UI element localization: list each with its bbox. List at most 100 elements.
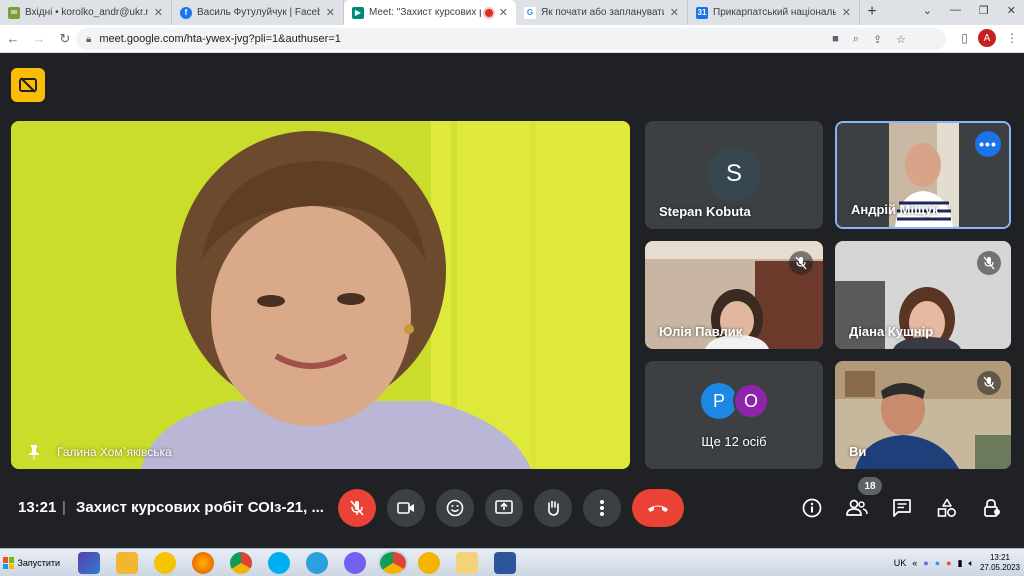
calendar-icon: 31 (696, 6, 708, 19)
tab-search-icon[interactable]: ⌄ (923, 4, 932, 17)
facebook-icon: f (180, 6, 192, 19)
participant-tile-stepan[interactable]: S Stepan Kobuta (645, 121, 823, 229)
browser-tab-gmail[interactable]: ✉ Вхідні • korolko_andr@ukr.net ✕ (0, 0, 172, 25)
restore-icon[interactable]: ❐ (979, 4, 989, 17)
tab-title: Василь Футулуйчук | Facebook (197, 7, 320, 18)
browser-tab-google-help[interactable]: G Як почати або запланувати в ✕ (516, 0, 688, 25)
pin-icon[interactable] (25, 443, 43, 461)
volume-icon[interactable]: 🔈︎ (969, 558, 974, 569)
media-player-icon[interactable] (116, 552, 138, 574)
system-clock[interactable]: 13:21 27.05.2023 (980, 553, 1020, 573)
profile-avatar[interactable]: A (978, 29, 996, 47)
info-icon (802, 498, 822, 518)
share-icon[interactable]: ⇪ (873, 33, 882, 46)
participant-name: Stepan Kobuta (659, 204, 751, 219)
meeting-details-button[interactable] (799, 495, 825, 521)
language-indicator[interactable]: UK (894, 558, 907, 568)
reload-icon[interactable]: ↻ (52, 31, 78, 47)
bookmark-star-icon[interactable]: ☆ (896, 33, 906, 46)
telegram-icon[interactable] (306, 552, 328, 574)
close-tab-icon[interactable]: ✕ (499, 6, 508, 19)
participant-name: Андрій Міщук (851, 202, 939, 217)
word-icon[interactable] (494, 552, 516, 574)
chat-button[interactable] (889, 495, 915, 521)
mic-off-icon (350, 500, 364, 516)
lock-icon[interactable]: 🔒︎ (86, 34, 91, 45)
mic-off-icon (983, 376, 995, 390)
raise-hand-button[interactable] (534, 489, 572, 527)
mic-off-icon (983, 256, 995, 270)
chrome-active-icon[interactable] (380, 552, 406, 574)
viber-icon[interactable] (344, 552, 366, 574)
browser-tab-university[interactable]: 31 Прикарпатський національн ✕ (688, 0, 860, 25)
menu-kebab-icon[interactable]: ⋮ (1006, 31, 1018, 45)
skype-icon[interactable] (268, 552, 290, 574)
close-window-icon[interactable]: ✕ (1007, 4, 1016, 17)
toggle-microphone-button[interactable] (338, 489, 376, 527)
captions-off-button[interactable] (11, 68, 45, 102)
system-tray: UK « ● ● ● ▮ 🔈︎ 13:21 27.05.2023 (894, 551, 1020, 575)
toggle-camera-button[interactable] (387, 489, 425, 527)
browser-toolbar: ← → ↻ 🔒︎ meet.google.com/hta-ywex-jvg?pl… (0, 25, 1024, 53)
folder-icon[interactable] (456, 552, 478, 574)
speaker-video (11, 121, 630, 469)
browser-tab-facebook[interactable]: f Василь Футулуйчук | Facebook ✕ (172, 0, 344, 25)
browser-tab-meet[interactable]: ▶ Meet: "Захист курсових р ✕ (344, 0, 516, 25)
clock-time: 13:21 (989, 553, 1010, 562)
tray-app-icon[interactable]: ● (946, 558, 951, 568)
host-controls-button[interactable] (979, 495, 1005, 521)
participant-tile-yuliia[interactable]: Юлія Павлик (645, 241, 823, 349)
tray-app-icon[interactable]: ● (935, 558, 940, 568)
archicad-icon[interactable] (154, 552, 176, 574)
close-tab-icon[interactable]: ✕ (326, 6, 335, 19)
firefox-icon[interactable] (192, 552, 214, 574)
more-participants-tile[interactable]: P O Ще 12 осіб (645, 361, 823, 469)
activities-button[interactable] (934, 495, 960, 521)
avatar: O (733, 383, 769, 419)
chrome-icon[interactable] (230, 552, 252, 574)
more-options-button[interactable]: ••• (975, 131, 1001, 157)
close-tab-icon[interactable]: ✕ (842, 6, 851, 19)
close-tab-icon[interactable]: ✕ (154, 6, 163, 19)
main-speaker-name: Галина Хом`яківська (57, 445, 172, 459)
network-icon[interactable]: ▮ (958, 558, 963, 569)
hang-up-icon (648, 505, 668, 512)
tray-app-icon[interactable]: ● (923, 558, 928, 568)
address-bar[interactable]: 🔒︎ meet.google.com/hta-ywex-jvg?pli=1&au… (76, 28, 946, 50)
minimize-icon[interactable]: — (950, 4, 961, 17)
tab-title: Вхідні • korolko_andr@ukr.net (25, 7, 148, 18)
main-speaker-tile[interactable]: Галина Хом`яківська (11, 121, 630, 469)
gmail-icon: ✉ (8, 6, 20, 19)
start-button[interactable]: Запустити (0, 551, 60, 575)
activities-icon (937, 498, 957, 518)
emoji-icon (446, 499, 464, 517)
side-panel-icon[interactable]: ▯ (961, 31, 968, 45)
leave-call-button[interactable] (632, 489, 684, 527)
recording-icon (484, 8, 493, 17)
forward-icon[interactable]: → (26, 31, 52, 46)
more-options-button[interactable] (583, 489, 621, 527)
reactions-button[interactable] (436, 489, 474, 527)
self-view-tile[interactable]: Ви (835, 361, 1011, 469)
new-tab-button[interactable]: + (860, 0, 884, 25)
tray-chevron-icon[interactable]: « (912, 558, 917, 568)
visual-studio-icon[interactable] (78, 552, 100, 574)
people-count-badge: 18 (858, 477, 882, 495)
close-tab-icon[interactable]: ✕ (670, 6, 679, 19)
present-screen-button[interactable] (485, 489, 523, 527)
chrome-canary-icon[interactable] (418, 552, 440, 574)
tab-title: Як почати або запланувати в (541, 7, 664, 18)
zoom-icon[interactable]: ⌕ (853, 33, 859, 46)
participant-tile-diana[interactable]: Діана Кушнір (835, 241, 1011, 349)
raise-hand-icon (548, 500, 559, 516)
mic-off-icon (795, 256, 807, 270)
present-icon (495, 500, 513, 514)
people-button[interactable] (844, 495, 870, 521)
camera-icon (397, 502, 414, 514)
windows-logo-icon (3, 557, 15, 569)
google-icon: G (524, 6, 536, 19)
camera-in-use-icon[interactable]: ■ (832, 33, 839, 45)
people-icon (846, 499, 868, 516)
back-icon[interactable]: ← (0, 31, 26, 46)
participant-tile-andrii[interactable]: ••• Андрій Міщук (835, 121, 1011, 229)
